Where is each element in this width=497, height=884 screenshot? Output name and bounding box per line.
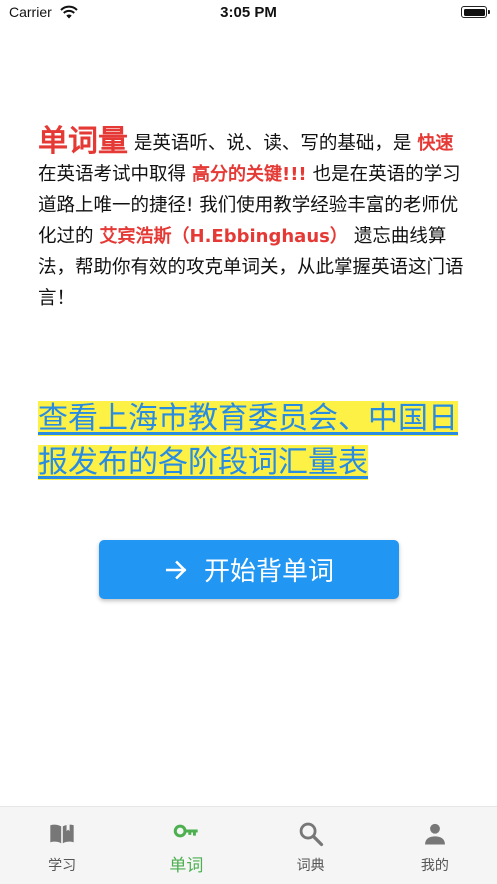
intro-text-2: 在英语考试中取得 [38, 164, 187, 185]
keyword-ebbinghaus: 艾宾浩斯（H.Ebbinghaus） [99, 226, 348, 247]
start-button-label: 开始背单词 [203, 557, 334, 587]
keyword-fast: 快速 [417, 133, 454, 154]
tab-dictionary-label: 词典 [296, 858, 325, 874]
bottom-tab-bar: 学习 单词 词典 我的 [0, 806, 497, 884]
tab-dictionary[interactable]: 词典 [249, 807, 373, 884]
intro-paragraph: 单词量 是英语听、说、读、写的基础，是 快速在英语考试中取得 高分的关键!!! 也是在… [38, 126, 464, 314]
keyword-vocabulary: 单词量 [38, 124, 128, 159]
tab-study[interactable]: 学习 [0, 807, 124, 884]
vocabulary-list-link-text: 查看上海市教育委员会、中国日报发布的各阶段词汇量表 [38, 401, 458, 480]
arrow-right-icon [165, 560, 187, 579]
clock: 3:05 PM [220, 4, 277, 21]
vocabulary-list-link[interactable]: 查看上海市教育委员会、中国日报发布的各阶段词汇量表 [38, 397, 464, 485]
person-icon [424, 823, 445, 845]
keyword-high-score: 高分的关键!!! [192, 164, 307, 185]
tab-words-label: 单词 [169, 856, 204, 876]
intro-text-1: 是英语听、说、读、写的基础，是 [133, 133, 412, 154]
tab-words[interactable]: 单词 [124, 807, 248, 884]
status-bar: Carrier 3:05 PM [0, 0, 497, 26]
search-icon [299, 822, 323, 847]
book-icon [50, 824, 74, 844]
start-memorizing-button[interactable]: 开始背单词 [99, 540, 399, 599]
tab-profile[interactable]: 我的 [373, 807, 497, 884]
key-icon [174, 824, 199, 838]
tab-study-label: 学习 [48, 858, 77, 874]
battery-icon [461, 6, 490, 18]
tab-profile-label: 我的 [420, 858, 449, 874]
